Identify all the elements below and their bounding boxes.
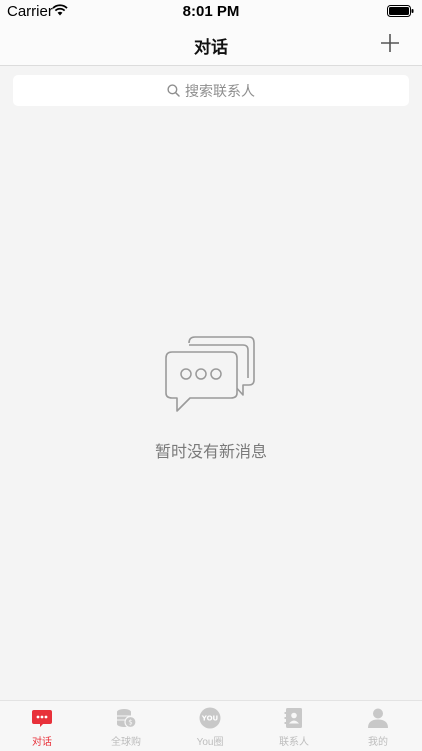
tab-profile[interactable]: 我的 xyxy=(336,701,420,751)
tab-label: You圈 xyxy=(196,737,224,748)
svg-text:$: $ xyxy=(128,719,132,727)
contacts-icon xyxy=(284,708,302,728)
tab-global-shop[interactable]: $ 全球购 xyxy=(84,701,168,751)
search-icon xyxy=(167,84,180,97)
tab-label: 我的 xyxy=(368,737,388,748)
tab-label: 联系人 xyxy=(279,737,309,748)
you-badge-text: YOU xyxy=(201,715,219,723)
page-title: 对话 xyxy=(194,38,228,57)
chat-icon xyxy=(32,710,52,727)
you-circle-icon: YOU xyxy=(199,707,221,729)
status-time: 8:01 PM xyxy=(182,3,240,20)
profile-icon xyxy=(368,708,388,728)
empty-state-message: 暂时没有新消息 xyxy=(154,444,267,461)
search-placeholder: 搜索联系人 xyxy=(185,82,255,99)
battery-icon xyxy=(387,5,414,17)
search-input[interactable]: 搜索联系人 xyxy=(13,75,409,106)
tab-chat[interactable]: 对话 xyxy=(0,701,84,751)
coins-icon: $ xyxy=(117,709,137,729)
add-button[interactable] xyxy=(378,31,402,55)
tab-bar: 对话 $ 全球购 YOU You圈 联系人 我的 xyxy=(0,700,422,751)
tab-contacts[interactable]: 联系人 xyxy=(252,701,336,751)
status-bar: Carrier 8:01 PM xyxy=(0,0,422,22)
tab-label: 对话 xyxy=(32,737,52,748)
tab-label: 全球购 xyxy=(111,737,141,748)
chat-bubbles-icon xyxy=(165,336,255,412)
plus-icon xyxy=(381,34,399,52)
nav-bar: 对话 xyxy=(0,22,422,66)
tab-you-circle[interactable]: YOU You圈 xyxy=(168,701,252,751)
